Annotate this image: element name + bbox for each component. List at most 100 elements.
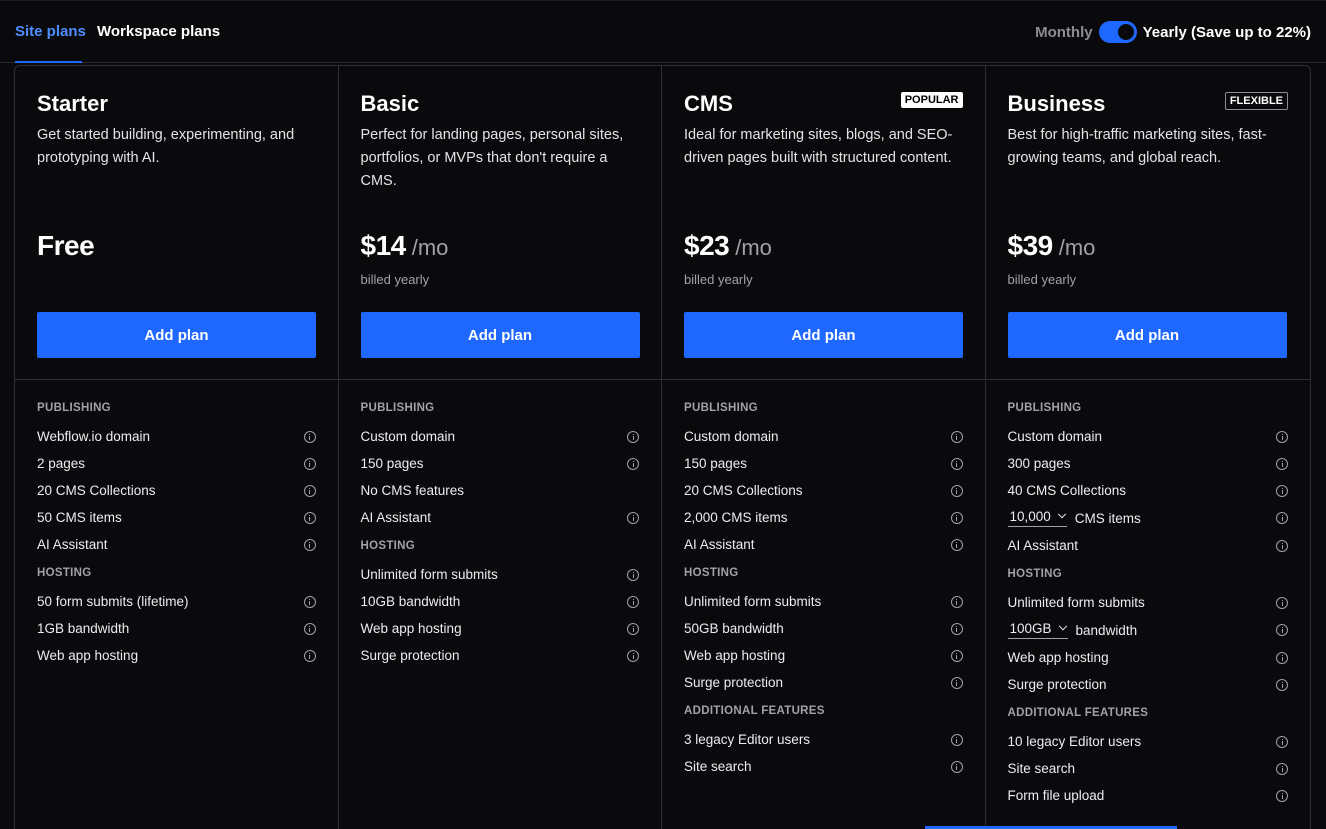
info-icon[interactable] xyxy=(303,511,316,524)
info-icon[interactable] xyxy=(303,484,316,497)
feature-label: 150 pages xyxy=(684,456,748,471)
feature-row: Site search xyxy=(684,753,963,780)
feature-label: 300 pages xyxy=(1007,456,1071,471)
plan-price: $14 xyxy=(360,230,407,261)
feature-row: 2 pages xyxy=(37,450,316,477)
info-icon[interactable] xyxy=(627,511,639,524)
info-icon[interactable] xyxy=(1276,484,1288,497)
feature-row: Site search xyxy=(1008,755,1288,782)
info-icon[interactable] xyxy=(627,568,639,581)
feature-section-title: HOSTING xyxy=(37,567,92,579)
feature-section-title: PUBLISHING xyxy=(1007,402,1082,414)
billing-toggle-switch[interactable] xyxy=(1098,21,1137,43)
info-icon[interactable] xyxy=(1276,512,1288,524)
info-icon[interactable] xyxy=(950,595,963,608)
info-icon[interactable] xyxy=(303,538,316,551)
feature-label: Unlimited form submits xyxy=(1007,595,1145,610)
info-icon[interactable] xyxy=(1276,651,1288,664)
add-plan-button[interactable]: Add plan xyxy=(1007,312,1287,358)
yearly-label[interactable]: Yearly (Save up to 22%) xyxy=(1143,24,1311,41)
feature-label: CMS items xyxy=(1074,510,1141,526)
info-icon[interactable] xyxy=(950,760,963,773)
info-icon[interactable] xyxy=(950,430,963,443)
feature-label: 50 CMS items xyxy=(37,510,122,525)
info-icon[interactable] xyxy=(950,484,963,497)
info-icon[interactable] xyxy=(950,511,963,524)
info-icon[interactable] xyxy=(303,622,316,635)
tier-select[interactable]: 100GB xyxy=(1007,621,1068,639)
tab-site-plans[interactable]: Site plans xyxy=(15,23,86,40)
toggle-knob xyxy=(1117,24,1134,40)
feature-row: 40 CMS Collections xyxy=(1008,477,1288,504)
feature-list: PUBLISHING Webflow.io domain 2 pages 20 … xyxy=(15,380,338,669)
feature-row: Web app hosting xyxy=(361,615,639,642)
feature-row: Web app hosting xyxy=(1007,644,1288,671)
add-plan-button[interactable]: Add plan xyxy=(684,312,963,358)
info-icon[interactable] xyxy=(303,457,316,470)
feature-label: 150 pages xyxy=(360,456,424,471)
info-icon[interactable] xyxy=(627,430,639,443)
price-period: /mo xyxy=(735,235,772,260)
feature-label: 2 pages xyxy=(37,456,86,471)
feature-row: 3 legacy Editor users xyxy=(684,726,963,753)
feature-row: 20 CMS Collections xyxy=(37,477,316,504)
plan-card-cms: CMS POPULAR Ideal for marketing sites, b… xyxy=(662,66,986,829)
info-icon[interactable] xyxy=(627,457,639,470)
info-icon[interactable] xyxy=(627,649,639,662)
feature-label: AI Assistant xyxy=(37,537,108,552)
feature-list: PUBLISHING Custom domain 300 pages 40 CM… xyxy=(986,380,1311,809)
info-icon[interactable] xyxy=(1276,430,1288,443)
tab-workspace-plans[interactable]: Workspace plans xyxy=(97,23,220,40)
feature-label: Surge protection xyxy=(360,648,460,663)
feature-row: Webflow.io domain xyxy=(37,423,316,450)
feature-label: Web app hosting xyxy=(1007,650,1109,665)
feature-section-title: HOSTING xyxy=(684,567,739,579)
plan-card-basic: Basic Perfect for landing pages, persona… xyxy=(338,66,662,829)
feature-row: Custom domain xyxy=(1008,423,1288,450)
feature-list: PUBLISHING Custom domain 150 pages No CM… xyxy=(339,380,662,669)
feature-row: No CMS features xyxy=(361,477,640,504)
info-icon[interactable] xyxy=(303,595,316,608)
info-icon[interactable] xyxy=(950,457,963,470)
plan-card-business: Business FLEXIBLE Best for high-traffic … xyxy=(985,66,1311,829)
feature-label: Site search xyxy=(684,759,752,774)
info-icon[interactable] xyxy=(950,676,963,689)
feature-label: Custom domain xyxy=(684,429,779,444)
feature-section-title: PUBLISHING xyxy=(684,402,758,414)
active-tab-indicator xyxy=(15,61,82,63)
top-bar: Site plans Workspace plans Monthly Yearl… xyxy=(0,0,1326,63)
info-icon[interactable] xyxy=(1276,596,1288,609)
add-plan-button[interactable]: Add plan xyxy=(37,312,316,358)
info-icon[interactable] xyxy=(950,538,963,551)
billing-note: billed yearly xyxy=(1007,272,1077,287)
feature-row: 300 pages xyxy=(1007,450,1288,477)
monthly-label[interactable]: Monthly xyxy=(1035,24,1093,41)
feature-section-title: HOSTING xyxy=(360,540,415,552)
info-icon[interactable] xyxy=(1276,539,1288,552)
plan-price: $23 xyxy=(684,230,730,261)
feature-label: 20 CMS Collections xyxy=(37,483,156,498)
price-row: Free xyxy=(37,230,95,262)
info-icon[interactable] xyxy=(1276,735,1288,748)
info-icon[interactable] xyxy=(1276,789,1288,802)
info-icon[interactable] xyxy=(1276,762,1288,775)
info-icon[interactable] xyxy=(303,430,316,443)
info-icon[interactable] xyxy=(950,622,963,635)
chevron-down-icon xyxy=(1057,509,1067,518)
info-icon[interactable] xyxy=(950,649,963,662)
feature-label: 2,000 CMS items xyxy=(684,510,788,525)
info-icon[interactable] xyxy=(303,649,316,662)
plan-header: Starter Get started building, experiment… xyxy=(15,66,338,380)
info-icon[interactable] xyxy=(1276,457,1288,470)
info-icon[interactable] xyxy=(627,595,639,608)
tier-select[interactable]: 10,000 xyxy=(1007,509,1067,527)
price-row: $14/mo xyxy=(361,230,449,262)
info-icon[interactable] xyxy=(950,733,963,746)
add-plan-button[interactable]: Add plan xyxy=(360,312,640,358)
price-row: $23/mo xyxy=(684,230,772,262)
feature-label: 50 form submits (lifetime) xyxy=(37,594,189,609)
info-icon[interactable] xyxy=(627,622,639,635)
plans-grid: Starter Get started building, experiment… xyxy=(14,65,1311,829)
info-icon[interactable] xyxy=(1276,678,1288,691)
info-icon[interactable] xyxy=(1276,624,1288,636)
